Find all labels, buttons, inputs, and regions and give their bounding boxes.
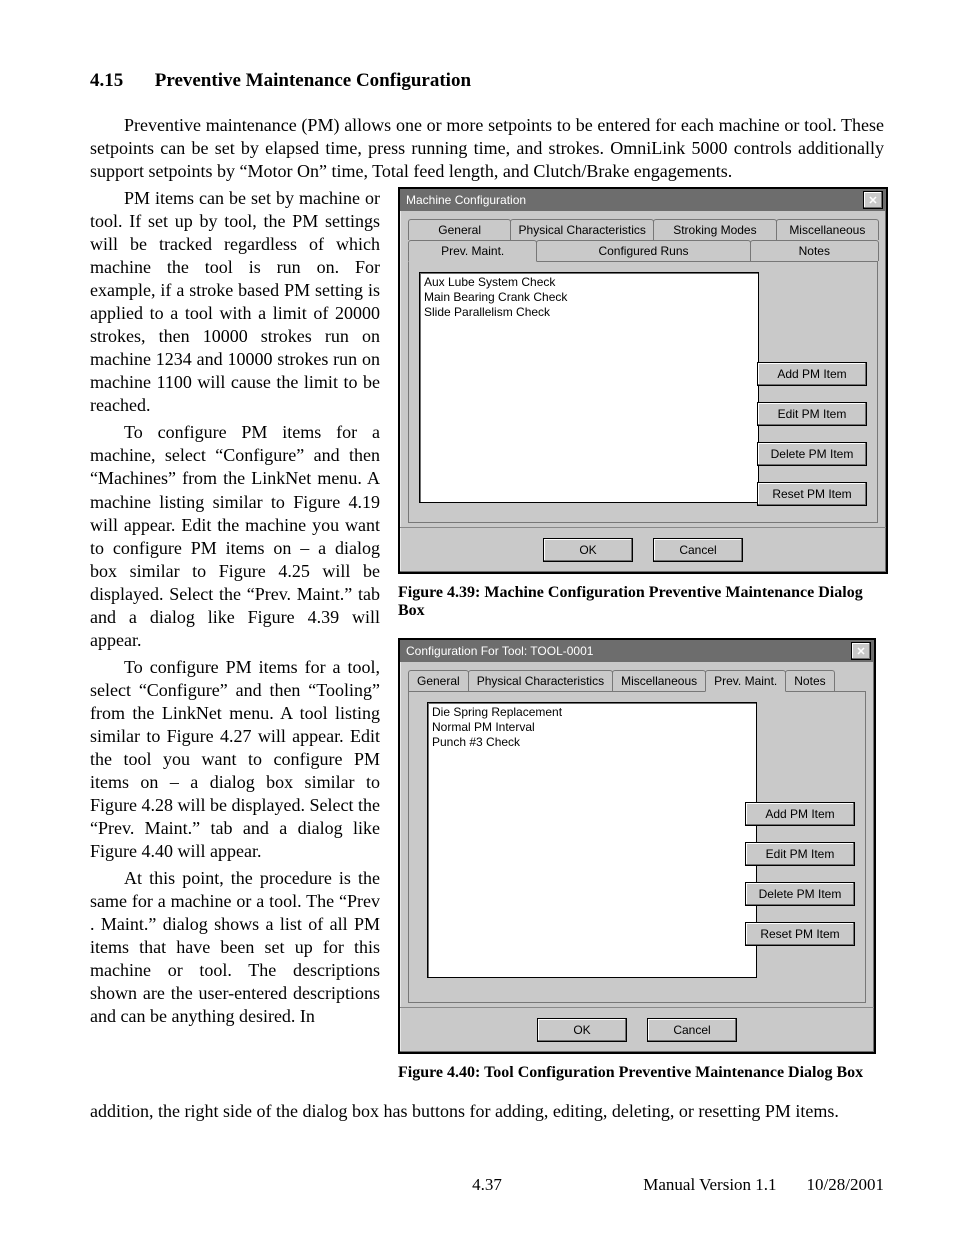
figure-caption-4-39: Figure 4.39: Machine Configuration Preve… [398, 584, 888, 620]
list-item[interactable]: Normal PM Interval [432, 720, 752, 735]
list-item[interactable]: Main Bearing Crank Check [424, 290, 754, 305]
tab-row-2: Prev. Maint. Configured Runs Notes [408, 240, 878, 261]
tab-panel: Aux Lube System Check Main Bearing Crank… [408, 261, 878, 523]
tab-general[interactable]: General [408, 670, 469, 691]
close-icon[interactable]: ✕ [863, 191, 883, 209]
pm-button-column: Add PM Item Edit PM Item Delete PM Item … [757, 362, 867, 506]
tab-stroking-modes[interactable]: Stroking Modes [653, 219, 777, 240]
tab-miscellaneous[interactable]: Miscellaneous [776, 219, 879, 240]
list-item[interactable]: Slide Parallelism Check [424, 305, 754, 320]
dialog-footer: OK Cancel [400, 1007, 874, 1052]
tab-miscellaneous[interactable]: Miscellaneous [612, 670, 706, 691]
tab-panel: Die Spring Replacement Normal PM Interva… [408, 691, 866, 1003]
paragraph-2: To configure PM items for a machine, sel… [90, 421, 380, 651]
tab-phys-char[interactable]: Physical Characteristics [510, 219, 654, 240]
cancel-button[interactable]: Cancel [647, 1018, 737, 1042]
two-column-layout: PM items can be set by machine or tool. … [90, 187, 884, 1100]
add-pm-item-button[interactable]: Add PM Item [757, 362, 867, 386]
list-item[interactable]: Punch #3 Check [432, 735, 752, 750]
dialog-titlebar: Configuration For Tool: TOOL-0001 ✕ [400, 640, 874, 662]
tab-prev-maint[interactable]: Prev. Maint. [705, 670, 786, 692]
close-icon[interactable]: ✕ [851, 642, 871, 660]
page-number: 4.37 [90, 1175, 884, 1195]
dialog-title: Machine Configuration [406, 193, 526, 207]
tail-paragraph: addition, the right side of the dialog b… [90, 1100, 884, 1123]
section-title: Preventive Maintenance Configuration [155, 70, 471, 91]
paragraph-1: PM items can be set by machine or tool. … [90, 187, 380, 417]
tab-row-1: General Physical Characteristics Strokin… [408, 219, 878, 240]
reset-pm-item-button[interactable]: Reset PM Item [745, 922, 855, 946]
ok-button[interactable]: OK [543, 538, 633, 562]
tab-strip: General Physical Characteristics Strokin… [408, 219, 878, 523]
tab-prev-maint[interactable]: Prev. Maint. [408, 240, 537, 262]
tab-configured-runs[interactable]: Configured Runs [536, 240, 750, 261]
dialog-title: Configuration For Tool: TOOL-0001 [406, 644, 593, 658]
delete-pm-item-button[interactable]: Delete PM Item [745, 882, 855, 906]
delete-pm-item-button[interactable]: Delete PM Item [757, 442, 867, 466]
document-page: 4.15 Preventive Maintenance Configuratio… [0, 0, 954, 1235]
left-text-column: PM items can be set by machine or tool. … [90, 187, 380, 1100]
tab-general[interactable]: General [408, 219, 511, 240]
cancel-button[interactable]: Cancel [653, 538, 743, 562]
edit-pm-item-button[interactable]: Edit PM Item [757, 402, 867, 426]
pm-item-listbox[interactable]: Aux Lube System Check Main Bearing Crank… [419, 272, 759, 503]
pm-button-column: Add PM Item Edit PM Item Delete PM Item … [745, 802, 855, 946]
paragraph-4: At this point, the procedure is the same… [90, 867, 380, 1028]
dialog-footer: OK Cancel [400, 527, 886, 572]
edit-pm-item-button[interactable]: Edit PM Item [745, 842, 855, 866]
machine-config-dialog: Machine Configuration ✕ General Physical… [398, 187, 888, 574]
pm-item-listbox[interactable]: Die Spring Replacement Normal PM Interva… [427, 702, 757, 978]
reset-pm-item-button[interactable]: Reset PM Item [757, 482, 867, 506]
paragraph-3: To configure PM items for a tool, select… [90, 656, 380, 863]
right-figure-column: Machine Configuration ✕ General Physical… [398, 187, 888, 1100]
tab-strip: General Physical Characteristics Miscell… [408, 670, 866, 691]
tab-notes[interactable]: Notes [785, 670, 834, 691]
section-number: 4.15 [90, 70, 150, 92]
tab-phys-char[interactable]: Physical Characteristics [468, 670, 613, 691]
list-item[interactable]: Die Spring Replacement [432, 705, 752, 720]
tool-config-dialog: Configuration For Tool: TOOL-0001 ✕ Gene… [398, 638, 876, 1054]
intro-paragraph: Preventive maintenance (PM) allows one o… [90, 114, 884, 183]
figure-caption-4-40: Figure 4.40: Tool Configuration Preventi… [398, 1064, 888, 1082]
page-footer: 4.37 Manual Version 1.1 10/28/2001 [90, 1175, 884, 1195]
ok-button[interactable]: OK [537, 1018, 627, 1042]
dialog-titlebar: Machine Configuration ✕ [400, 189, 886, 211]
section-heading: 4.15 Preventive Maintenance Configuratio… [90, 70, 884, 92]
list-item[interactable]: Aux Lube System Check [424, 275, 754, 290]
tab-notes[interactable]: Notes [750, 240, 879, 261]
add-pm-item-button[interactable]: Add PM Item [745, 802, 855, 826]
